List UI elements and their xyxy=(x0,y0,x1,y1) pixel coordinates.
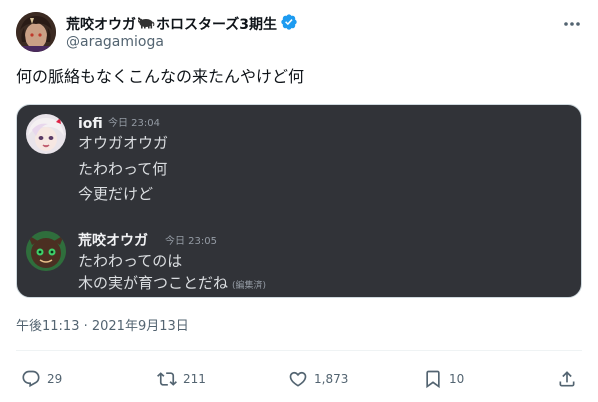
like-button[interactable]: 1,873 xyxy=(288,367,348,391)
discord-edited-tag: (編集済) xyxy=(232,281,267,291)
bookmark-count: 10 xyxy=(449,372,465,386)
divider xyxy=(16,350,582,351)
author-name-part1: 荒咬オウガ xyxy=(66,16,136,33)
discord-timestamp-ogura: 今日 23:05 xyxy=(165,236,217,247)
retweet-button[interactable]: 211 xyxy=(157,367,206,391)
water-buffalo-emoji-icon xyxy=(137,15,155,34)
reply-icon xyxy=(22,370,40,388)
verified-badge-icon[interactable] xyxy=(280,13,298,36)
share-button[interactable] xyxy=(557,367,577,391)
bookmark-button[interactable]: 10 xyxy=(423,367,464,391)
tweet-timestamp[interactable]: 午後11:13 · 2021年9月13日 xyxy=(16,318,189,336)
more-options-icon[interactable] xyxy=(562,14,582,34)
discord-username-iofi: iofi xyxy=(78,116,103,132)
discord-message-line: オウガオウガ xyxy=(78,134,169,152)
retweet-icon xyxy=(157,372,177,386)
author-avatar[interactable] xyxy=(16,12,56,52)
discord-message-line: たわわってのは xyxy=(78,252,183,270)
discord-avatar-ogura xyxy=(26,231,66,271)
share-icon xyxy=(559,371,575,387)
discord-message-line: たわわって何 xyxy=(78,160,168,178)
discord-avatar-iofi xyxy=(26,114,66,154)
heart-icon xyxy=(289,371,307,387)
like-count: 1,873 xyxy=(314,372,349,386)
tweet-image-discord-screenshot[interactable]: iofi 今日 23:04 オウガオウガ たわわって何 今更だけど 荒咬オウガ … xyxy=(16,104,582,298)
reply-count: 29 xyxy=(47,372,63,386)
tweet-card: 荒咬オウガ ホロスターズ3期生 @aragamioga 何の脈絡もなくこんなの来… xyxy=(0,0,598,402)
retweet-count: 211 xyxy=(183,372,206,386)
bookmark-icon xyxy=(426,370,440,389)
discord-message-line: 今更だけど xyxy=(78,185,154,203)
discord-username-ogura: 荒咬オウガ xyxy=(78,233,148,249)
discord-timestamp-iofi: 今日 23:04 xyxy=(108,118,160,129)
discord-message-text: 木の実が育つことだね xyxy=(78,274,229,292)
discord-message-line: 木の実が育つことだね (編集済) xyxy=(78,273,266,296)
reply-button[interactable]: 29 xyxy=(21,367,62,391)
author-handle[interactable]: @aragamioga xyxy=(66,34,164,51)
author-name[interactable]: 荒咬オウガ ホロスターズ3期生 xyxy=(66,13,298,36)
tweet-text: 何の脈絡もなくこんなの来たんやけど何 xyxy=(16,67,305,86)
author-name-part2: ホロスターズ3期生 xyxy=(156,16,278,33)
